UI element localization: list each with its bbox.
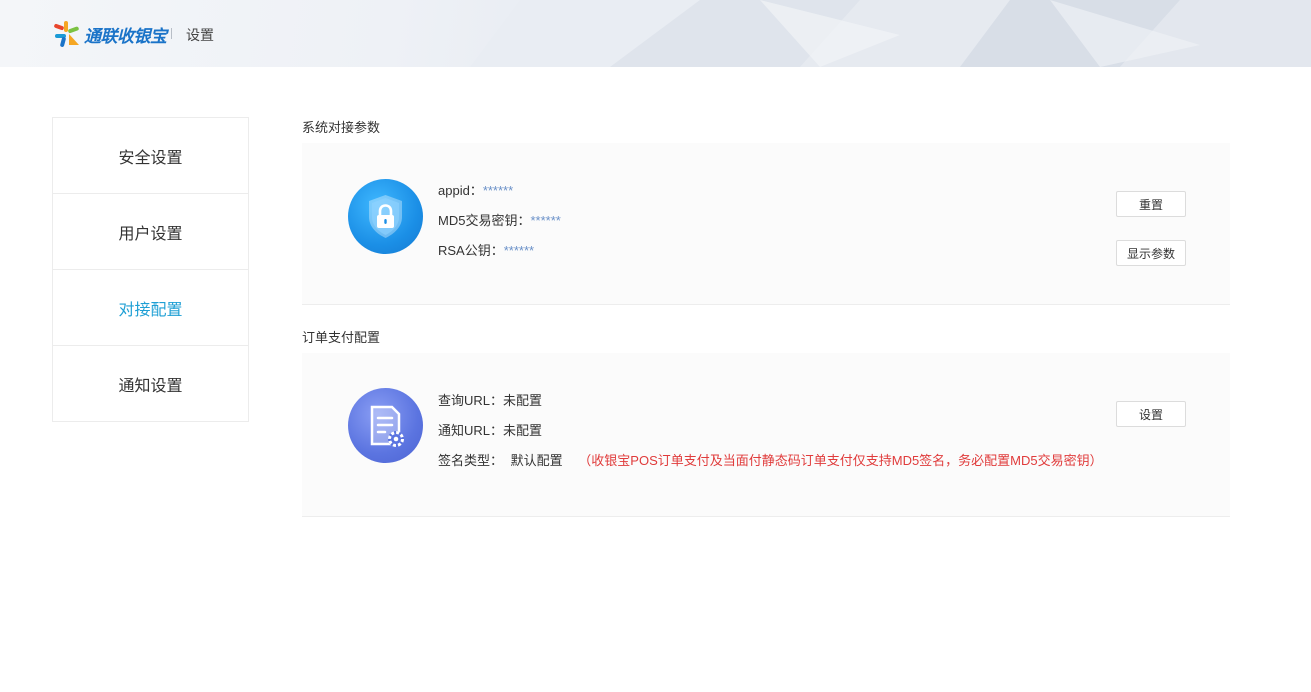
- appid-label: appid：: [438, 183, 483, 198]
- sidebar-item-users[interactable]: 用户设置: [53, 194, 248, 270]
- notify-url-row: 通知URL：未配置: [438, 420, 542, 439]
- sign-type-row: 签名类型： 默认配置 （收银宝POS订单支付及当面付静态码订单支付仅支持MD5签…: [438, 450, 1103, 469]
- lock-shield-icon: [348, 179, 423, 254]
- brand-logo-text: 通联收银宝: [84, 26, 167, 46]
- page-title: 设置: [186, 27, 214, 43]
- appid-value: ******: [482, 183, 514, 198]
- query-url-label: 查询URL：: [438, 393, 504, 408]
- order-payment-panel: 查询URL：未配置 通知URL：未配置 签名类型： 默认配置 （收银宝POS订单…: [302, 353, 1230, 517]
- settings-sidebar: 安全设置 用户设置 对接配置 通知设置: [52, 117, 249, 422]
- document-gear-icon: [348, 388, 423, 463]
- sign-type-value: 默认配置: [510, 453, 563, 468]
- brand-logo[interactable]: 通联收银宝: [52, 19, 167, 49]
- md5-key-label: MD5交易密钥：: [438, 213, 531, 228]
- header-divider: [171, 28, 172, 39]
- system-params-panel: appid：****** MD5交易密钥：****** RSA公钥：******…: [302, 143, 1230, 305]
- sign-type-label: 签名类型：: [438, 453, 504, 468]
- header-bar: 通联收银宝 设置: [0, 0, 1311, 67]
- query-url-row: 查询URL：未配置: [438, 390, 542, 409]
- appid-row: appid：******: [438, 180, 513, 199]
- rsa-key-row: RSA公钥：******: [438, 240, 534, 259]
- rsa-key-value: ******: [503, 243, 535, 258]
- notify-url-value: 未配置: [503, 423, 543, 438]
- sidebar-item-notifications[interactable]: 通知设置: [53, 346, 248, 422]
- order-settings-button[interactable]: 设置: [1116, 401, 1186, 427]
- notify-url-label: 通知URL：: [438, 423, 504, 438]
- sign-type-warning: （收银宝POS订单支付及当面付静态码订单支付仅支持MD5签名，务必配置MD5交易…: [578, 453, 1103, 468]
- system-params-title: 系统对接参数: [302, 120, 381, 135]
- show-params-button[interactable]: 显示参数: [1116, 240, 1186, 266]
- query-url-value: 未配置: [503, 393, 543, 408]
- sidebar-item-integration[interactable]: 对接配置: [53, 270, 248, 346]
- md5-key-row: MD5交易密钥：******: [438, 210, 561, 229]
- rsa-key-label: RSA公钥：: [438, 243, 504, 258]
- order-payment-title: 订单支付配置: [302, 330, 381, 345]
- md5-key-value: ******: [530, 213, 561, 228]
- reset-button[interactable]: 重置: [1116, 191, 1186, 217]
- brand-logo-icon: [54, 21, 79, 47]
- sidebar-item-security[interactable]: 安全设置: [53, 118, 248, 194]
